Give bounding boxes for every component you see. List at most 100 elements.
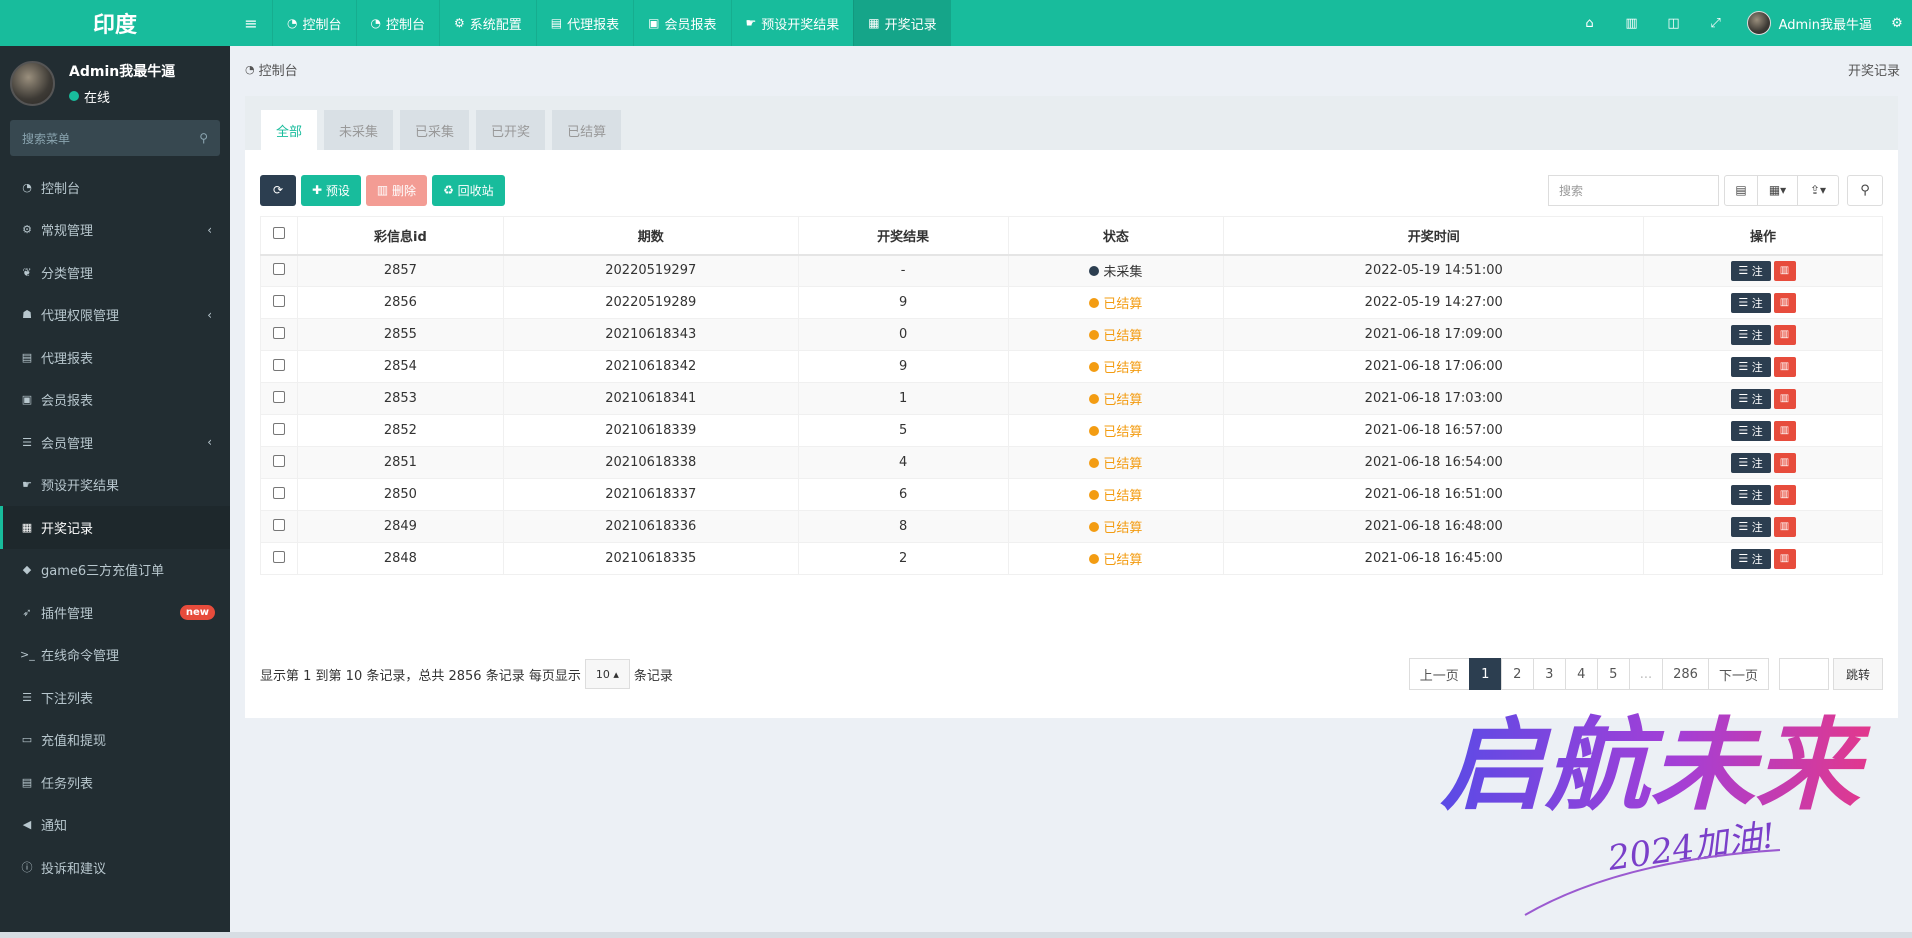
sidebar-toggle-icon[interactable]: ≡ <box>230 0 272 46</box>
filter-tab[interactable]: 已采集 <box>400 110 470 150</box>
row-checkbox[interactable] <box>272 294 285 307</box>
bet-list-button[interactable]: ☰ 注 <box>1730 420 1771 441</box>
sidebar-item[interactable]: ◆ game6三方充值订单 <box>0 549 230 592</box>
bet-list-button[interactable]: ☰ 注 <box>1730 324 1771 345</box>
breadcrumb-home[interactable]: 控制台 <box>259 60 298 79</box>
row-select-cell[interactable] <box>260 382 298 415</box>
bet-list-button[interactable]: ☰ 注 <box>1730 548 1771 569</box>
top-tab[interactable]: ▤ 代理报表 <box>535 0 633 46</box>
row-checkbox[interactable] <box>272 550 285 563</box>
table-row[interactable]: 2848 20210618335 2 已结算 2021-06-18 16:45:00 ☰ … <box>260 542 1883 575</box>
top-tab[interactable]: ▦ 开奖记录 <box>853 0 951 46</box>
refresh-button[interactable]: ⟳ <box>260 174 296 206</box>
bottom-scrollbar[interactable] <box>0 932 1912 938</box>
sidebar-item[interactable]: ❦ 分类管理 <box>0 251 230 294</box>
select-all-cell[interactable] <box>260 216 298 256</box>
row-checkbox[interactable] <box>272 358 285 371</box>
row-select-cell[interactable] <box>260 542 298 575</box>
table-row[interactable]: 2856 20220519289 9 已结算 2022-05-19 14:27:00 ☰ … <box>260 286 1883 319</box>
toggle-view-icon[interactable]: ▤ <box>1725 175 1758 205</box>
bet-list-button[interactable]: ☰ 注 <box>1730 484 1771 505</box>
delete-row-button[interactable]: ▥ <box>1773 260 1796 281</box>
table-row[interactable]: 2852 20210618339 5 已结算 2021-06-18 16:57:00 ☰ … <box>260 414 1883 447</box>
col-result[interactable]: 开奖结果 <box>797 216 1009 256</box>
top-tab[interactable]: ⚙ 系统配置 <box>439 0 536 46</box>
row-checkbox[interactable] <box>272 326 285 339</box>
delete-row-button[interactable]: ▥ <box>1773 356 1796 377</box>
sidebar-item[interactable]: ⚙ 常规管理 ‹ <box>0 209 230 252</box>
bet-list-button[interactable]: ☰ 注 <box>1730 356 1771 377</box>
bet-list-button[interactable]: ☰ 注 <box>1730 516 1771 537</box>
col-status[interactable]: 状态 <box>1007 216 1225 256</box>
col-issue[interactable]: 期数 <box>502 216 799 256</box>
top-tab[interactable]: ☛ 预设开奖结果 <box>730 0 854 46</box>
sidebar-item[interactable]: ▭ 充值和提现 <box>0 719 230 762</box>
delete-row-button[interactable]: ▥ <box>1773 420 1796 441</box>
sidebar-item[interactable]: ▤ 代理报表 <box>0 336 230 379</box>
row-select-cell[interactable] <box>260 414 298 447</box>
sidebar-item[interactable]: >_ 在线命令管理 <box>0 634 230 677</box>
row-select-cell[interactable] <box>260 286 298 319</box>
sidebar-item[interactable]: ▣ 会员报表 <box>0 379 230 422</box>
sidebar-item[interactable]: ▤ 任务列表 <box>0 761 230 804</box>
bet-list-button[interactable]: ☰ 注 <box>1730 260 1771 281</box>
sidebar-item[interactable]: ☰ 会员管理 ‹ <box>0 421 230 464</box>
menu-search-input[interactable]: 搜索菜单 ⚲ <box>10 120 220 156</box>
select-all-checkbox[interactable] <box>272 227 285 240</box>
delete-row-button[interactable]: ▥ <box>1773 388 1796 409</box>
row-checkbox[interactable] <box>272 390 285 403</box>
sidebar-item[interactable]: ◔ 控制台 <box>0 166 230 209</box>
table-row[interactable]: 2849 20210618336 8 已结算 2021-06-18 16:48:00 ☰ … <box>260 510 1883 543</box>
delete-row-button[interactable]: ▥ <box>1773 516 1796 537</box>
sidebar-item[interactable]: ☛ 预设开奖结果 <box>0 464 230 507</box>
page-size-select[interactable]: 10 ▴ <box>584 659 630 689</box>
col-time[interactable]: 开奖时间 <box>1223 216 1645 256</box>
columns-icon[interactable]: ▦▾ <box>1758 175 1798 205</box>
sidebar-item[interactable]: ⓘ 投诉和建议 <box>0 846 230 889</box>
delete-button[interactable]: ▥ 删除 <box>365 174 428 206</box>
bet-list-button[interactable]: ☰ 注 <box>1730 452 1771 473</box>
table-row[interactable]: 2857 20220519297- 未采集 2022-05-19 14:51:00 ☰ … <box>260 254 1883 287</box>
recycle-bin-button[interactable]: ♻ 回收站 <box>432 174 505 206</box>
delete-row-button[interactable]: ▥ <box>1773 324 1796 345</box>
row-select-cell[interactable] <box>260 318 298 351</box>
settings-icon[interactable]: ⚙ <box>1882 0 1912 46</box>
home-icon[interactable]: ⌂ <box>1569 0 1611 46</box>
filter-tab[interactable]: 已结算 <box>552 110 622 150</box>
fullscreen-icon[interactable]: ⤢ <box>1695 0 1737 46</box>
export-icon[interactable]: ⇪▾ <box>1798 176 1838 205</box>
row-checkbox[interactable] <box>272 454 285 467</box>
row-checkbox[interactable] <box>272 262 285 275</box>
language-icon[interactable]: ◫ <box>1653 0 1695 46</box>
filter-tab[interactable]: 已开奖 <box>476 110 546 150</box>
trash-icon[interactable]: ▥ <box>1611 0 1653 46</box>
row-select-cell[interactable] <box>260 510 298 543</box>
table-row[interactable]: 2851 20210618338 4 已结算 2021-06-18 16:54:00 ☰ … <box>260 446 1883 479</box>
row-select-cell[interactable] <box>260 478 298 511</box>
bet-list-button[interactable]: ☰ 注 <box>1730 388 1771 409</box>
bet-list-button[interactable]: ☰ 注 <box>1730 292 1771 313</box>
sidebar-item[interactable]: ➶ 插件管理 new <box>0 591 230 634</box>
add-button[interactable]: ✚ 预设 <box>301 174 361 206</box>
filter-tab[interactable]: 全部 <box>261 110 318 150</box>
top-tab[interactable]: ◔ 控制台 <box>272 0 356 46</box>
sidebar-item[interactable]: ▦ 开奖记录 <box>0 506 230 549</box>
table-row[interactable]: 2850 20210618337 6 已结算 2021-06-18 16:51:00 ☰ … <box>260 478 1883 511</box>
brand-logo[interactable]: 印度 <box>0 0 230 46</box>
top-user-menu[interactable]: Admin我最牛逼 <box>1737 0 1882 46</box>
breadcrumb[interactable]: ◔ 控制台 <box>245 60 298 79</box>
row-select-cell[interactable] <box>260 350 298 383</box>
top-tab[interactable]: ▣ 会员报表 <box>633 0 730 46</box>
delete-row-button[interactable]: ▥ <box>1773 484 1796 505</box>
search-icon[interactable]: ⚲ <box>199 131 208 145</box>
filter-tab[interactable]: 未采集 <box>324 110 394 150</box>
top-tab[interactable]: ◔ 控制台 <box>355 0 440 46</box>
row-select-cell[interactable] <box>260 254 298 287</box>
table-row[interactable]: 2854 20210618342 9 已结算 2021-06-18 17:06:00 ☰ … <box>260 350 1883 383</box>
table-search-input[interactable]: 搜索 <box>1548 174 1719 206</box>
search-button[interactable]: ⚲ <box>1847 174 1883 206</box>
delete-row-button[interactable]: ▥ <box>1773 548 1796 569</box>
delete-row-button[interactable]: ▥ <box>1773 452 1796 473</box>
table-row[interactable]: 2853 20210618341 1 已结算 2021-06-18 17:03:00 ☰ … <box>260 382 1883 415</box>
table-row[interactable]: 2855 20210618343 0 已结算 2021-06-18 17:09:00 ☰ … <box>260 318 1883 351</box>
